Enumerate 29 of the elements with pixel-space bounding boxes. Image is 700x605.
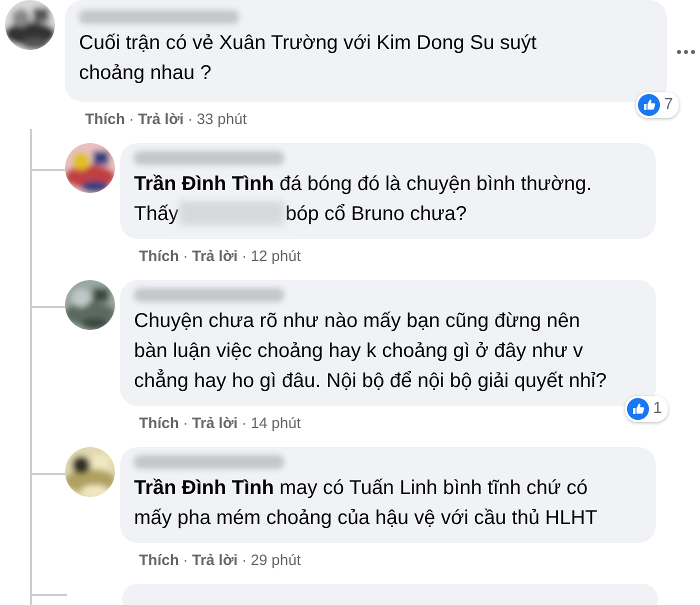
reaction-count[interactable]: 1: [625, 396, 668, 422]
like-link[interactable]: Thích: [139, 414, 179, 432]
comment-text: Cuối trận có vẻ Xuân Trường với Kim Dong Su suýt choảng nhau ?: [79, 31, 538, 86]
reply-link[interactable]: Trả lời: [138, 110, 184, 128]
reply-link[interactable]: Trả lời: [192, 414, 238, 432]
separator-dot: ·: [188, 110, 193, 128]
like-link[interactable]: Thích: [85, 110, 125, 128]
reaction-count[interactable]: 7: [636, 92, 679, 118]
separator-dot: ·: [242, 248, 247, 264]
separator-dot: ·: [242, 552, 247, 568]
like-icon: [627, 398, 650, 420]
like-icon: [638, 94, 660, 116]
comment-time: 12 phút: [250, 248, 301, 264]
comment-text: Trần Đình Tình may có Tuấn Linh bình tĩnh chứ có mấy pha mém choảng của hậu vệ với cầu thủ HLHT: [134, 476, 598, 531]
separator-dot: ·: [183, 414, 188, 432]
like-link[interactable]: Thích: [139, 552, 179, 568]
comment-text: Chuyện chưa rõ như nào mấy bạn cũng đừng nên bàn luận việc choảng hay k choảng gì ở đây như v chẳng hay ho gì đâu. Nội bộ để nội bộ giải quyết nhỉ?: [134, 309, 608, 394]
reply-link[interactable]: Trả lời: [192, 552, 238, 568]
separator-dot: ·: [242, 414, 247, 432]
comment-time: 14 phút: [250, 414, 301, 432]
comment-time: 29 phút: [250, 552, 301, 568]
comment-text: Trần Đình Tình đá bóng đó là chuyện bình thường. Thấy bóp cổ Bruno chưa?: [134, 172, 593, 227]
like-link[interactable]: Thích: [139, 248, 179, 264]
reply-link[interactable]: Trả lời: [192, 248, 238, 264]
comment-time: 33 phút: [196, 110, 247, 128]
more-options-icon[interactable]: [677, 50, 695, 54]
separator-dot: ·: [183, 248, 188, 264]
separator-dot: ·: [129, 110, 134, 128]
separator-dot: ·: [183, 552, 188, 568]
